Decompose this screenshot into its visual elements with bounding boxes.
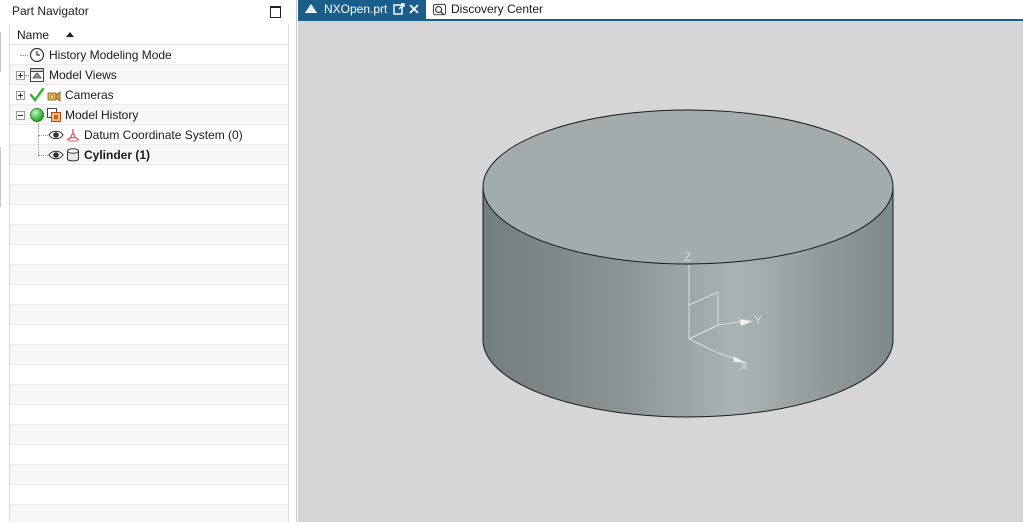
visibility-eye-icon[interactable] [48,147,64,163]
tree-row-empty [10,405,288,425]
tree-row-empty [10,185,288,205]
collapse-minus-icon[interactable] [16,111,25,120]
tree-row-label: Cylinder (1) [84,148,151,162]
tree-row-empty [10,305,288,325]
navigator-header: Part Navigator [0,0,296,22]
cylinder-icon [67,148,79,162]
checkmark-icon [29,87,45,102]
tree-row-empty [10,345,288,365]
tree-row-datum-coordinate-system[interactable]: Datum Coordinate System (0) [10,124,288,145]
column-header-label: Name [17,28,50,42]
datum-csys-icon [66,129,80,142]
tree-row-empty [10,445,288,465]
tree-rows: History Modeling Mode Model Views Camera… [10,45,288,522]
tree-row-label: Datum Coordinate System (0) [84,128,243,142]
tree-row-label: History Modeling Mode [49,48,172,62]
model-views-icon [30,68,44,82]
tree-row-empty [10,365,288,385]
model-history-icon [47,108,61,122]
tree-row-empty [10,485,288,505]
tree-row-cameras[interactable]: Cameras [10,85,288,105]
column-header-name[interactable]: Name [10,24,288,45]
tree-row-empty [10,385,288,405]
tab-label: Discovery Center [451,2,544,16]
cylinder-top-face[interactable] [482,109,894,265]
discovery-center-icon [432,3,447,16]
camera-icon [47,91,61,102]
status-green-icon [30,108,44,122]
tree-row-empty [10,465,288,485]
sort-ascending-icon [66,32,74,37]
maximize-icon[interactable] [270,6,281,18]
tab-nxopen-prt[interactable]: NXOpen.prt [298,0,426,19]
tree-row-empty [10,265,288,285]
tree-row-empty [10,225,288,245]
tree-row-empty [10,425,288,445]
tree-row-model-history[interactable]: Model History [10,105,288,125]
tree-row-model-views[interactable]: Model Views [10,65,288,85]
part-file-icon [304,3,318,13]
tree-row-empty [10,205,288,225]
tree-row-empty [10,505,288,522]
document-tab-bar: NXOpen.prt Discovery Center [298,0,1023,21]
undock-icon[interactable] [393,3,405,15]
navigator-tree: Name History Modeling Mode Model Views C… [9,24,289,522]
navigator-title: Part Navigator [12,4,89,18]
tree-row-empty [10,325,288,345]
x-axis-label: X [740,359,748,373]
tree-row-label: Model Views [49,68,117,82]
tree-row-cylinder[interactable]: Cylinder (1) [10,144,288,165]
tree-row-empty [10,165,288,185]
tree-row-empty [10,285,288,305]
clock-icon [29,47,45,63]
expand-plus-icon[interactable] [16,91,25,100]
z-axis-label: Z [684,250,691,264]
tree-row-label: Model History [65,108,139,122]
tree-row-label: Cameras [65,88,114,102]
y-axis-label: Y [754,313,762,327]
expand-plus-icon[interactable] [16,71,25,80]
close-icon[interactable] [409,4,419,14]
visibility-eye-icon[interactable] [48,127,64,143]
tree-row-empty [10,245,288,265]
graphics-canvas[interactable]: Z Y X [298,21,1023,522]
graphics-viewport[interactable]: Z Y X [298,21,1023,522]
tree-row-history-modeling-mode[interactable]: History Modeling Mode [10,45,288,65]
tab-discovery-center[interactable]: Discovery Center [428,0,548,19]
resource-bar-gutter [0,22,8,522]
tab-label: NXOpen.prt [324,2,388,16]
part-navigator-panel: Part Navigator Name History Modeling Mod… [0,0,297,522]
